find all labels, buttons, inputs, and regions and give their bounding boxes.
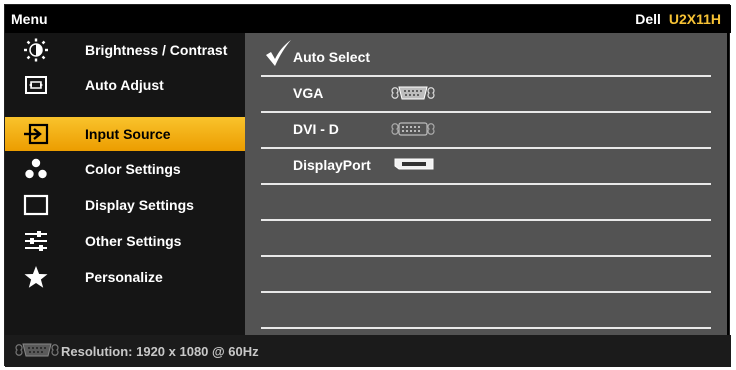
dvi-connector-icon — [391, 121, 435, 140]
option-empty — [261, 221, 711, 257]
menu-item-input-source[interactable]: Input Source — [5, 117, 245, 151]
other-settings-icon — [23, 229, 49, 253]
menu-title: Menu — [11, 11, 48, 27]
menu-item-personalize[interactable]: Personalize — [5, 260, 245, 294]
title-bar: Menu Dell U2X11H — [5, 5, 731, 33]
checkmark-icon — [263, 39, 293, 72]
model-label: Dell U2X11H — [635, 11, 721, 27]
brightness-icon — [23, 38, 49, 62]
menu-item-label: Personalize — [85, 269, 163, 285]
main-menu: Brightness / Contrast Auto Adjust Input … — [5, 33, 245, 335]
option-empty — [261, 185, 711, 221]
vga-connector-icon — [15, 342, 59, 361]
option-auto-select[interactable]: Auto Select — [261, 39, 711, 77]
model-name: U2X11H — [668, 11, 721, 27]
menu-item-label: Auto Adjust — [85, 77, 164, 93]
color-settings-icon — [23, 157, 49, 181]
option-label: DVI - D — [293, 121, 339, 137]
auto-adjust-icon — [23, 73, 49, 97]
option-label: DisplayPort — [293, 157, 371, 173]
menu-item-label: Other Settings — [85, 233, 182, 249]
status-bar: Resolution: 1920 x 1080 @ 60Hz — [5, 335, 731, 367]
option-vga[interactable]: VGA — [261, 77, 711, 113]
option-label: VGA — [293, 85, 324, 101]
option-displayport[interactable]: DisplayPort — [261, 149, 711, 185]
menu-item-auto-adjust[interactable]: Auto Adjust — [5, 68, 245, 102]
menu-item-label: Color Settings — [85, 161, 181, 177]
menu-item-other-settings[interactable]: Other Settings — [5, 224, 245, 258]
display-settings-icon — [23, 193, 49, 217]
star-icon — [23, 265, 49, 289]
option-label: Auto Select — [293, 49, 371, 65]
options-panel: Auto Select VGA DVI - D DisplayPort — [245, 33, 727, 335]
option-empty — [261, 257, 711, 293]
vga-connector-icon — [391, 85, 435, 104]
divider — [261, 327, 711, 329]
menu-item-label: Brightness / Contrast — [85, 42, 228, 58]
option-empty — [261, 293, 711, 329]
brand-name: Dell — [635, 11, 661, 27]
resolution-status: Resolution: 1920 x 1080 @ 60Hz — [61, 344, 259, 359]
osd-window: Menu Dell U2X11H Brightness / Contrast A… — [4, 4, 731, 367]
menu-item-label: Display Settings — [85, 197, 194, 213]
input-source-icon — [23, 122, 49, 146]
menu-item-display-settings[interactable]: Display Settings — [5, 188, 245, 222]
menu-item-label: Input Source — [85, 126, 171, 142]
option-dvi-d[interactable]: DVI - D — [261, 113, 711, 149]
displayport-connector-icon — [393, 157, 437, 176]
menu-item-brightness-contrast[interactable]: Brightness / Contrast — [5, 33, 245, 67]
menu-item-color-settings[interactable]: Color Settings — [5, 152, 245, 186]
